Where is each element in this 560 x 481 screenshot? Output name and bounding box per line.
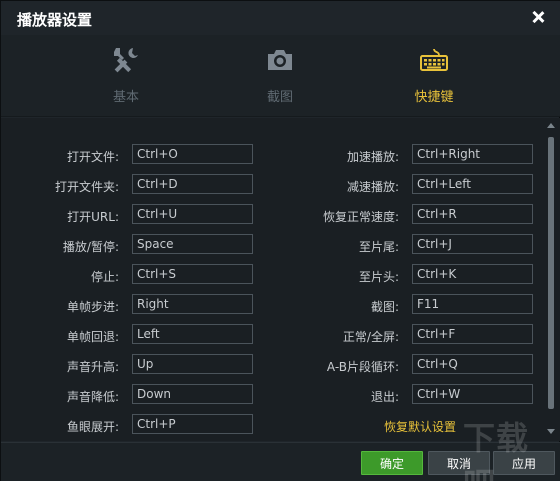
cancel-button[interactable]: 取消 [428,451,490,475]
scroll-up-arrow-icon[interactable] [547,123,555,128]
shortcut-field-play-pause[interactable]: Space [132,234,253,254]
tab-shortcuts-label: 快捷键 [414,90,454,105]
shortcut-label-screenshot: 截图: [370,300,399,314]
shortcut-label-ab-loop: A-B片段循环: [326,360,399,374]
shortcut-label-exit: 退出: [370,390,399,404]
ok-button[interactable]: 确定 [361,451,423,475]
keyboard-icon [420,48,448,71]
close-icon[interactable] [529,8,547,26]
apply-button[interactable]: 应用 [493,451,555,475]
tab-basic-label: 基本 [112,90,139,105]
shortcut-field-step-forward[interactable]: Right [132,294,253,314]
tools-icon [114,48,138,73]
scroll-down-arrow-icon[interactable] [547,429,555,434]
window-title: 播放器设置 [17,11,93,29]
tab-screenshot-label: 截图 [266,90,293,105]
shortcut-field-go-end[interactable]: Ctrl+J [412,234,533,254]
scroll-thumb[interactable] [548,137,554,409]
vertical-scrollbar[interactable] [546,123,556,439]
shortcut-field-go-start[interactable]: Ctrl+K [412,264,533,284]
shortcut-field-slow-down[interactable]: Ctrl+Left [412,174,533,194]
shortcut-label-speed-up: 加速播放: [346,150,399,164]
shortcut-label-step-back: 单帧回退: [66,330,119,344]
shortcut-label-open-folder: 打开文件夹: [54,180,119,194]
tab-screenshot[interactable]: 截图 [210,35,350,117]
shortcut-label-go-end: 至片尾: [358,240,399,254]
player-settings-dialog: 播放器设置 基本 截图 快捷键 打开文件: Ctrl+O 打开文件夹: Ctrl… [0,0,560,481]
tab-shortcuts[interactable]: 快捷键 [364,35,504,117]
shortcut-label-slow-down: 减速播放: [346,180,399,194]
tab-basic[interactable]: 基本 [56,35,196,117]
shortcut-field-fullscreen[interactable]: Ctrl+F [412,324,533,344]
shortcut-field-volume-down[interactable]: Down [132,384,253,404]
shortcut-field-step-back[interactable]: Left [132,324,253,344]
shortcut-field-stop[interactable]: Ctrl+S [132,264,253,284]
shortcut-label-volume-down: 声音降低: [66,390,119,404]
camera-icon [268,50,292,70]
shortcut-field-speed-up[interactable]: Ctrl+Right [412,144,533,164]
shortcut-label-play-pause: 播放/暂停: [62,240,119,254]
shortcut-field-exit[interactable]: Ctrl+W [412,384,533,404]
shortcut-field-open-file[interactable]: Ctrl+O [132,144,253,164]
shortcut-label-step-forward: 单帧步进: [66,300,119,314]
shortcut-field-ab-loop[interactable]: Ctrl+Q [412,354,533,374]
shortcut-label-stop: 停止: [90,270,119,284]
restore-defaults-link[interactable]: 恢复默认设置 [384,418,456,435]
shortcut-field-open-url[interactable]: Ctrl+U [132,204,253,224]
dialog-footer: 确定 取消 应用 [1,442,560,481]
shortcut-label-go-start: 至片头: [358,270,399,284]
shortcut-label-open-file: 打开文件: [66,150,119,164]
title-bar: 播放器设置 [1,1,560,35]
shortcut-field-normal-speed[interactable]: Ctrl+R [412,204,533,224]
shortcut-field-open-folder[interactable]: Ctrl+D [132,174,253,194]
settings-tab-bar: 基本 截图 快捷键 [1,35,560,117]
shortcut-label-fullscreen: 正常/全屏: [342,330,399,344]
shortcut-field-screenshot[interactable]: F11 [412,294,533,314]
shortcut-label-fisheye: 鱼眼展开: [66,420,119,434]
shortcut-label-normal-speed: 恢复正常速度: [322,210,399,224]
shortcut-label-volume-up: 声音升高: [66,360,119,374]
shortcut-field-volume-up[interactable]: Up [132,354,253,374]
shortcut-label-open-url: 打开URL: [67,210,119,224]
shortcut-field-fisheye[interactable]: Ctrl+P [132,414,253,434]
